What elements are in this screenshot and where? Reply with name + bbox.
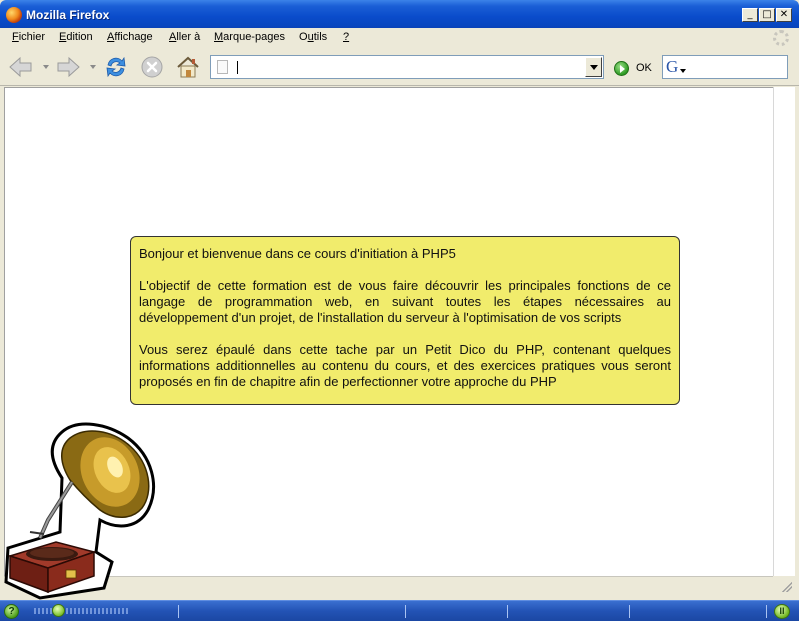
menu-bar: Fichier Edition Affichage Aller à Marque-pag… xyxy=(0,28,799,48)
resize-grip-icon xyxy=(782,582,792,592)
resize-grip[interactable] xyxy=(773,576,795,594)
menu-item-aller[interactable]: Aller à xyxy=(169,31,200,43)
go-button[interactable]: OK xyxy=(614,58,660,78)
chevron-down-icon xyxy=(589,64,598,70)
title-bar: Mozilla Firefox _ □ ✕ xyxy=(0,0,799,30)
text-caret xyxy=(237,61,238,74)
throbber-icon xyxy=(773,30,789,46)
stop-button[interactable] xyxy=(139,54,165,80)
back-icon xyxy=(9,56,32,78)
minimize-button[interactable]: _ xyxy=(742,8,758,22)
url-input[interactable] xyxy=(235,58,585,76)
menu-item-fichier[interactable]: Fichier xyxy=(12,31,45,43)
menu-item-help[interactable]: ? xyxy=(343,31,349,43)
status-separator xyxy=(507,605,508,618)
help-icon[interactable]: ? xyxy=(4,604,19,619)
menu-item-edition[interactable]: Edition xyxy=(59,31,93,43)
menu-item-affichage[interactable]: Affichage xyxy=(107,31,153,43)
progress-knob[interactable] xyxy=(52,604,65,617)
intro-paragraph: L'objectif de cette formation est de vou… xyxy=(139,278,671,325)
reload-icon xyxy=(106,56,126,78)
window-title: Mozilla Firefox xyxy=(26,8,110,22)
welcome-box: Bonjour et bienvenue dans ce cours d'ini… xyxy=(130,236,680,405)
back-button[interactable] xyxy=(8,54,34,80)
page-icon xyxy=(217,60,228,74)
status-separator xyxy=(766,605,767,618)
reload-button[interactable] xyxy=(103,54,129,80)
welcome-heading: Bonjour et bienvenue dans ce cours d'ini… xyxy=(139,246,456,261)
go-icon xyxy=(614,60,629,76)
search-engine-dropdown[interactable] xyxy=(680,69,686,73)
gramophone-image xyxy=(4,422,156,600)
search-engine-icon[interactable]: G xyxy=(666,58,686,76)
menu-item-outils[interactable]: Outils xyxy=(299,31,327,43)
menu-item-marque-pages[interactable]: Marque-pages xyxy=(214,31,285,43)
url-history-dropdown[interactable] xyxy=(585,57,602,77)
address-bar[interactable] xyxy=(210,55,604,79)
pause-button[interactable]: II xyxy=(774,604,790,619)
go-label: OK xyxy=(636,62,652,74)
vertical-scrollbar[interactable] xyxy=(773,87,795,576)
home-button[interactable] xyxy=(175,54,201,80)
maximize-button[interactable]: □ xyxy=(759,8,775,22)
back-history-arrow[interactable] xyxy=(43,65,49,69)
status-separator xyxy=(629,605,630,618)
dico-paragraph: Vous serez épaulé dans cette tache par u… xyxy=(139,342,671,389)
forward-history-arrow[interactable] xyxy=(90,65,96,69)
home-icon xyxy=(177,56,199,78)
search-bar[interactable]: G xyxy=(662,55,788,79)
forward-icon xyxy=(57,56,80,78)
forward-button[interactable] xyxy=(55,54,81,80)
status-separator xyxy=(405,605,406,618)
stop-icon xyxy=(141,56,163,78)
status-separator xyxy=(178,605,179,618)
firefox-icon xyxy=(6,7,22,23)
status-bar: ? II xyxy=(0,600,799,621)
close-button[interactable]: ✕ xyxy=(776,8,792,22)
progress-track xyxy=(34,608,128,614)
